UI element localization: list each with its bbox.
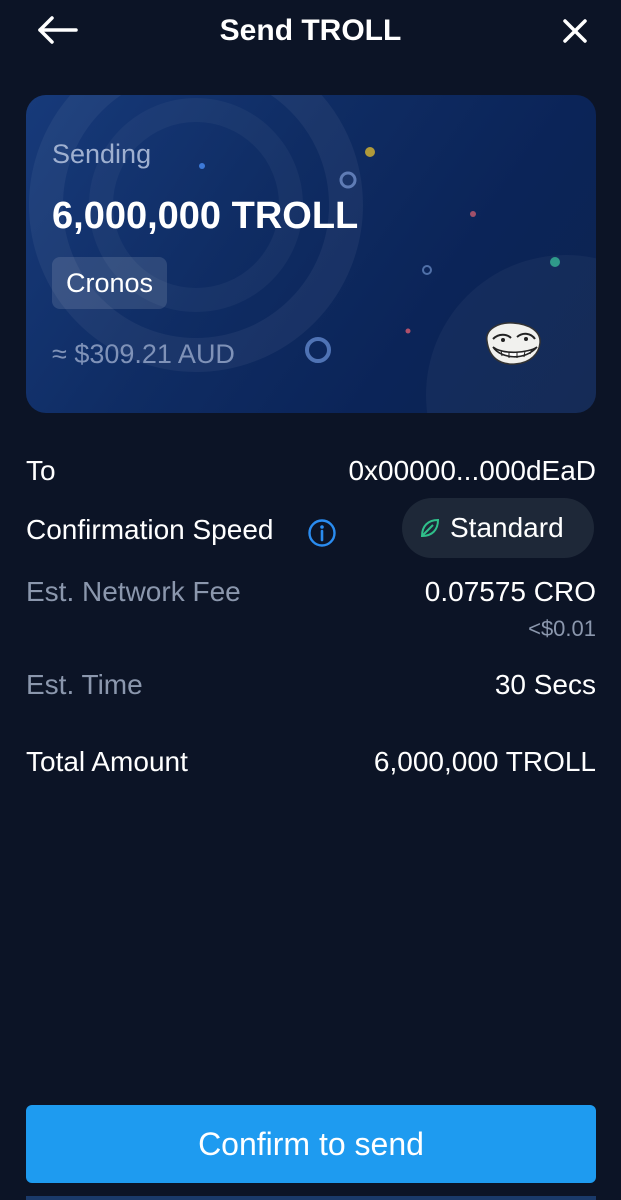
leaf-icon: [420, 518, 440, 538]
header: Send TROLL: [0, 0, 621, 64]
network-fee-label: Est. Network Fee: [26, 576, 241, 607]
confirmation-speed-label: Confirmation Speed: [26, 514, 274, 545]
info-icon[interactable]: [307, 518, 337, 548]
network-chip: Cronos: [52, 257, 168, 309]
sending-label: Sending: [52, 139, 152, 169]
to-address: 0x00000...000dEaD: [348, 455, 596, 486]
troll-face-logo: [486, 322, 541, 365]
network-fee-value: 0.07575 CRO: [424, 576, 596, 607]
network-fee-fiat: <$0.01: [528, 616, 596, 641]
total-amount-value: 6,000,000 TROLL: [373, 746, 596, 777]
confirm-send-button[interactable]: Confirm to send: [26, 1105, 596, 1183]
est-time-label: Est. Time: [26, 669, 143, 700]
est-time-value: 30 Secs: [494, 669, 596, 700]
total-amount-label: Total Amount: [26, 746, 188, 777]
fiat-value: ≈ $309.21 AUD: [52, 339, 235, 369]
confirmation-speed-value: Standard: [450, 512, 564, 543]
to-label: To: [26, 455, 56, 486]
close-button[interactable]: [556, 12, 594, 50]
send-confirm-screen: Send TROLL Sending 6,000,000 TROLL Crono…: [0, 0, 621, 1200]
close-icon: [563, 19, 587, 43]
page-title: Send TROLL: [219, 14, 402, 47]
confirmation-speed-selector[interactable]: Standard: [402, 498, 594, 558]
sending-card: Sending 6,000,000 TROLL Cronos ≈ $309.21…: [26, 95, 596, 413]
bottom-divider: [26, 1196, 596, 1200]
sending-amount: 6,000,000 TROLL: [52, 195, 359, 237]
